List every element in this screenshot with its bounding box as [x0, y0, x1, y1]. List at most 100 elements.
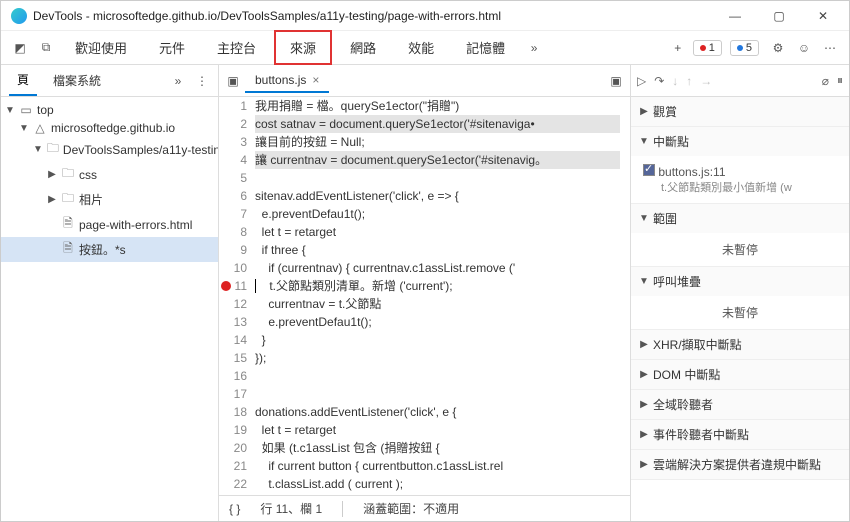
- editor-tab[interactable]: buttons.js ×: [245, 69, 329, 93]
- line-number[interactable]: 4: [219, 151, 255, 169]
- tree-row[interactable]: ▶🗀css: [1, 162, 218, 187]
- section-xhr[interactable]: ▶XHR/擷取中斷點: [631, 330, 849, 359]
- line-number[interactable]: 10: [219, 259, 255, 277]
- code-line[interactable]: 12 currentnav = t.父節點: [219, 295, 630, 313]
- tab-performance[interactable]: 效能: [394, 32, 448, 63]
- line-number[interactable]: 1: [219, 97, 255, 115]
- line-number[interactable]: 6: [219, 187, 255, 205]
- inspect-icon[interactable]: ◩: [9, 37, 31, 59]
- line-number[interactable]: 15: [219, 349, 255, 367]
- toggle-nav-icon[interactable]: ▣: [225, 74, 241, 88]
- line-number[interactable]: 8: [219, 223, 255, 241]
- section-csp[interactable]: ▶雲端解決方案提供者違規中斷點: [631, 450, 849, 479]
- line-number[interactable]: 3: [219, 133, 255, 151]
- code-line[interactable]: 2cost satnav = document.querySe1ector('#…: [219, 115, 630, 133]
- code-line[interactable]: 19 let t = retarget: [219, 421, 630, 439]
- code-line[interactable]: 18donations.addEventListener('click', e …: [219, 403, 630, 421]
- code-line[interactable]: 6sitenav.addEventListener('click', e => …: [219, 187, 630, 205]
- tab-elements[interactable]: 元件: [145, 32, 199, 63]
- kebab-menu-icon[interactable]: ⋯: [819, 37, 841, 59]
- code-line[interactable]: 7 e.preventDefau1t();: [219, 205, 630, 223]
- line-number[interactable]: 2: [219, 115, 255, 133]
- settings-gear-icon[interactable]: ⚙: [767, 37, 789, 59]
- step-icon[interactable]: →: [700, 74, 712, 88]
- toggle-right-icon[interactable]: ▣: [608, 74, 624, 88]
- file-tree[interactable]: ▼▭top ▼△microsoftedge.github.io ▼🗀DevToo…: [1, 97, 218, 521]
- code-line[interactable]: 20 如果 (t.c1assList 包含 (捐贈按鈕 {: [219, 439, 630, 457]
- section-breakpoints[interactable]: ▼中斷點: [631, 127, 849, 156]
- breakpoint-marker[interactable]: [221, 281, 231, 291]
- line-number[interactable]: 5: [219, 169, 255, 187]
- tree-row[interactable]: 🗎page-with-errors.html: [1, 212, 218, 237]
- section-dom[interactable]: ▶DOM 中斷點: [631, 360, 849, 389]
- line-number[interactable]: 22: [219, 475, 255, 493]
- code-line[interactable]: 15});: [219, 349, 630, 367]
- close-tab-icon[interactable]: ×: [312, 73, 319, 87]
- info-count-badge[interactable]: 5: [730, 40, 759, 56]
- code-editor[interactable]: 1我用捐贈 = 檔。querySe1ector("捐贈")2cost satna…: [219, 97, 630, 495]
- tab-console[interactable]: 主控台: [203, 32, 270, 63]
- line-number[interactable]: 19: [219, 421, 255, 439]
- code-line[interactable]: 22 t.classList.add ( current );: [219, 475, 630, 493]
- step-over-icon[interactable]: ↷: [654, 74, 664, 88]
- checkbox-icon[interactable]: [643, 164, 655, 176]
- code-line[interactable]: 10 if (currentnav) { currentnav.c1assLis…: [219, 259, 630, 277]
- tab-welcome[interactable]: 歡迎使用: [61, 32, 141, 63]
- tree-row-selected[interactable]: 🗎按鈕。*s: [1, 237, 218, 262]
- tab-sources[interactable]: 來源: [274, 30, 332, 65]
- code-line[interactable]: 8 let t = retarget: [219, 223, 630, 241]
- navigator-more-icon[interactable]: »: [170, 74, 186, 88]
- more-tabs-icon[interactable]: »: [523, 37, 545, 59]
- tree-row[interactable]: ▼△microsoftedge.github.io: [1, 119, 218, 137]
- section-watch[interactable]: ▶觀賞: [631, 97, 849, 126]
- section-event[interactable]: ▶事件聆聽者中斷點: [631, 420, 849, 449]
- line-number[interactable]: 14: [219, 331, 255, 349]
- line-number[interactable]: 11: [219, 277, 255, 295]
- line-number[interactable]: 18: [219, 403, 255, 421]
- close-button[interactable]: ✕: [801, 1, 845, 31]
- code-line[interactable]: 14 }: [219, 331, 630, 349]
- section-callstack[interactable]: ▼呼叫堆疊: [631, 267, 849, 296]
- navigator-menu-icon[interactable]: ⋮: [194, 74, 210, 88]
- navigator-tab-page[interactable]: 頁: [9, 65, 37, 96]
- tree-row[interactable]: ▼▭top: [1, 101, 218, 119]
- code-line[interactable]: 9 if three {: [219, 241, 630, 259]
- tab-memory[interactable]: 記憶體: [452, 32, 519, 63]
- line-number[interactable]: 20: [219, 439, 255, 457]
- pause-exceptions-icon[interactable]: ⏸: [837, 73, 843, 88]
- code-line[interactable]: 11 t.父節點類別清單。新增 ('current');: [219, 277, 630, 295]
- section-scope[interactable]: ▼範圍: [631, 204, 849, 233]
- line-number[interactable]: 9: [219, 241, 255, 259]
- line-number[interactable]: 13: [219, 313, 255, 331]
- line-number[interactable]: 17: [219, 385, 255, 403]
- code-line[interactable]: 23 目前的按鈕 = t;: [219, 493, 630, 495]
- line-number[interactable]: 12: [219, 295, 255, 313]
- resume-icon[interactable]: ▷: [637, 74, 646, 88]
- code-line[interactable]: 3讓目前的按鈕 = Null;: [219, 133, 630, 151]
- breakpoint-item[interactable]: buttons.js:11: [643, 164, 837, 179]
- tab-network[interactable]: 網路: [336, 32, 390, 63]
- section-global[interactable]: ▶全域聆聽者: [631, 390, 849, 419]
- device-icon[interactable]: ⧉: [35, 37, 57, 59]
- code-line[interactable]: 13 e.preventDefau1t();: [219, 313, 630, 331]
- code-line[interactable]: 4讓 currentnav = document.querySe1ector('…: [219, 151, 630, 169]
- minimize-button[interactable]: —: [713, 1, 757, 31]
- line-number[interactable]: 7: [219, 205, 255, 223]
- maximize-button[interactable]: ▢: [757, 1, 801, 31]
- feedback-icon[interactable]: ☺: [793, 37, 815, 59]
- code-line[interactable]: 16: [219, 367, 630, 385]
- code-line[interactable]: 17: [219, 385, 630, 403]
- plus-icon[interactable]: +: [667, 37, 689, 59]
- navigator-tab-filesystem[interactable]: 檔案系統: [45, 66, 109, 95]
- pretty-print-icon[interactable]: { }: [229, 502, 240, 516]
- error-count-badge[interactable]: 1: [693, 40, 722, 56]
- line-number[interactable]: 23: [219, 493, 255, 495]
- step-out-icon[interactable]: ↑: [686, 74, 692, 88]
- tree-row[interactable]: ▶🗀相片: [1, 187, 218, 212]
- code-line[interactable]: 21 if current button { currentbutton.c1a…: [219, 457, 630, 475]
- step-into-icon[interactable]: ↓: [672, 74, 678, 88]
- line-number[interactable]: 21: [219, 457, 255, 475]
- code-line[interactable]: 1我用捐贈 = 檔。querySe1ector("捐贈"): [219, 97, 630, 115]
- tree-row[interactable]: ▼🗀DevToolsSamples/a11y-testing: [1, 137, 218, 162]
- code-line[interactable]: 5: [219, 169, 630, 187]
